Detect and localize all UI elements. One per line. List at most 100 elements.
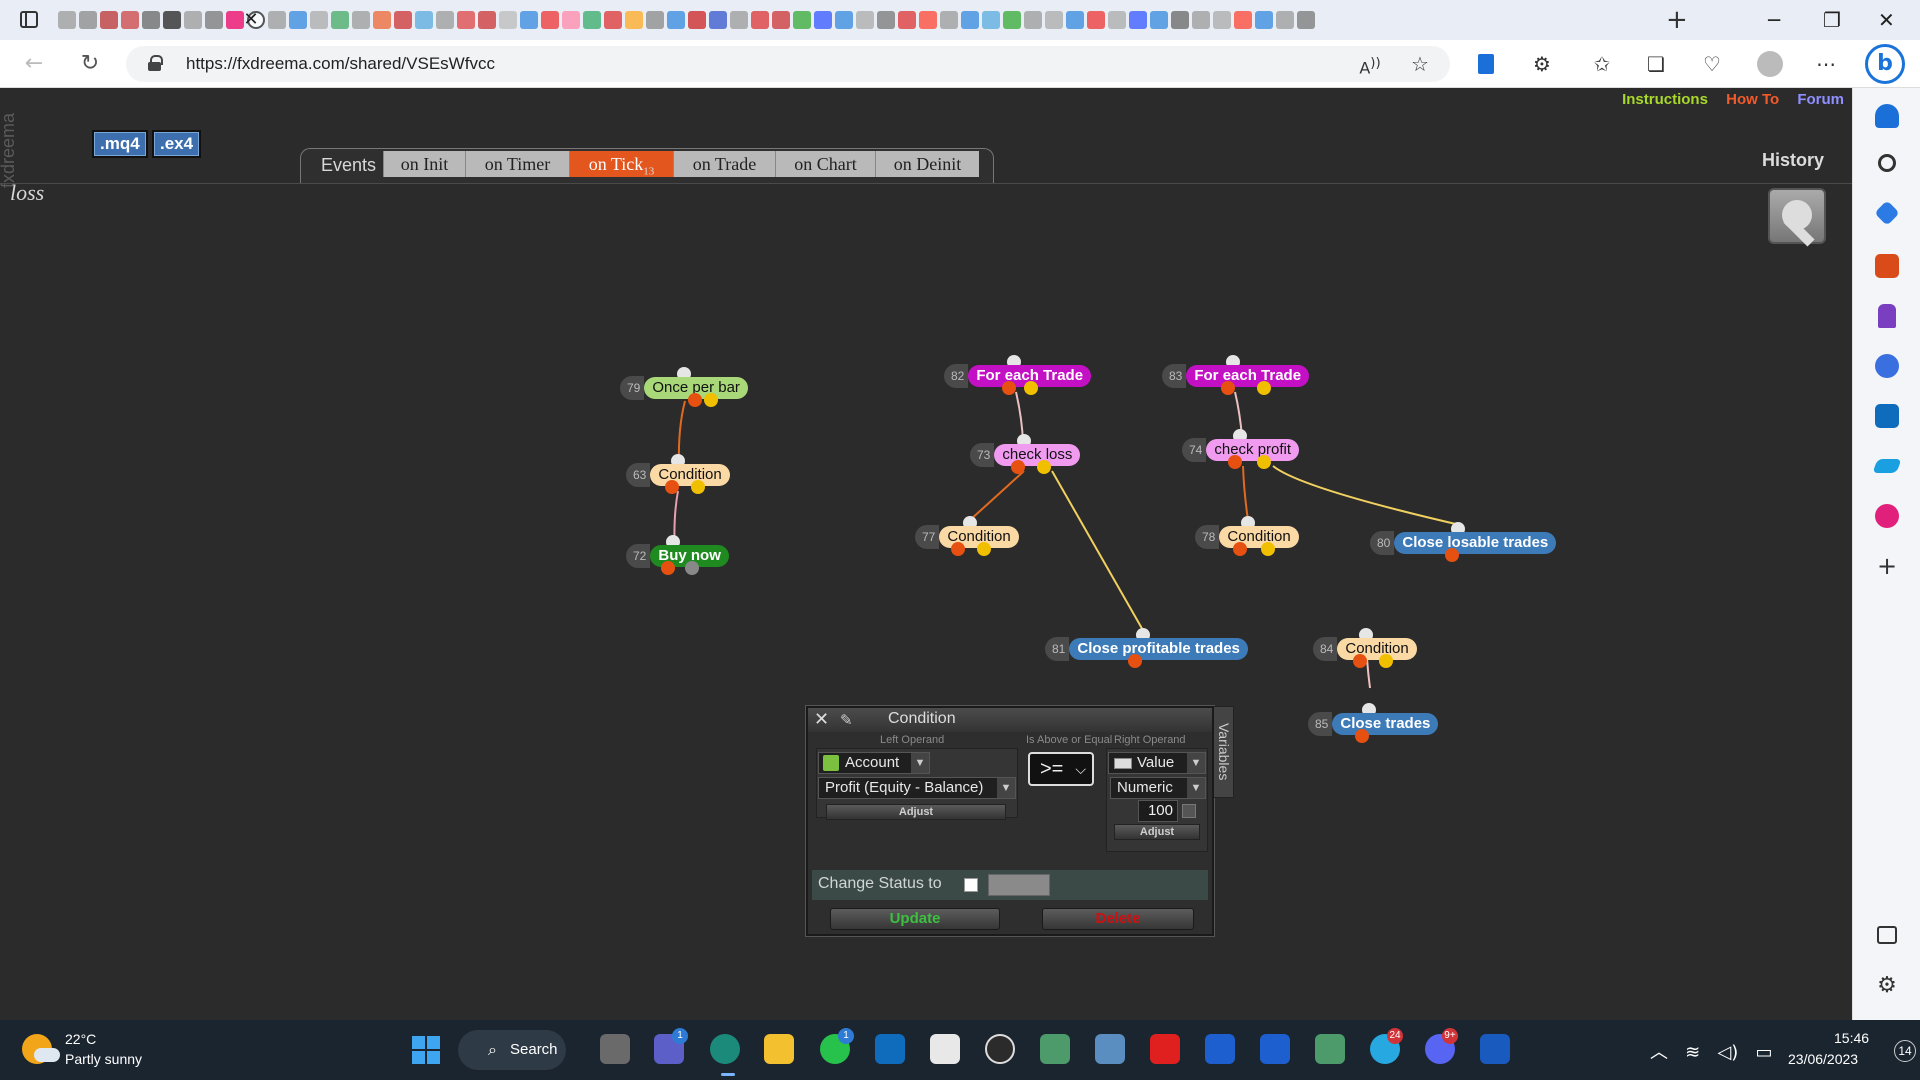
tab-favicon[interactable] (646, 11, 664, 29)
tab-favicon[interactable] (856, 11, 874, 29)
block-80[interactable]: 80 Close losable trades (1370, 531, 1557, 555)
pin-icon[interactable]: ✎ (840, 711, 853, 729)
maximize-icon[interactable]: ❐ (1823, 6, 1841, 34)
tab-favicon[interactable] (520, 11, 538, 29)
weather-desc[interactable]: Partly sunny (65, 1051, 142, 1067)
tab-favicon[interactable] (793, 11, 811, 29)
tab-favicon[interactable] (205, 11, 223, 29)
tab-favicon[interactable] (772, 11, 790, 29)
search-icon[interactable] (1878, 154, 1896, 172)
output-connector[interactable] (951, 542, 965, 556)
block-77[interactable]: 77 Condition (915, 525, 1020, 549)
close-tab-icon[interactable]: ✕ (240, 8, 262, 32)
tab-favicon[interactable] (1045, 11, 1063, 29)
output-connector[interactable] (1128, 654, 1142, 668)
tab-favicon[interactable] (961, 11, 979, 29)
close-icon[interactable]: ✕ (814, 709, 829, 731)
send-icon[interactable] (1872, 459, 1902, 473)
back-icon[interactable]: ← (20, 50, 48, 78)
tab-on-init[interactable]: on Init (383, 151, 465, 177)
tab-favicon[interactable] (625, 11, 643, 29)
tab-favicon[interactable] (331, 11, 349, 29)
window-close-icon[interactable]: ✕ (1878, 6, 1895, 34)
tab-favicon[interactable] (835, 11, 853, 29)
word-icon[interactable] (1480, 1034, 1510, 1064)
tab-favicon[interactable] (1150, 11, 1168, 29)
favorite-star-icon[interactable]: ☆ (1406, 50, 1434, 78)
tab-favicon[interactable] (583, 11, 601, 29)
tab-favicon[interactable] (1108, 11, 1126, 29)
drop-icon[interactable] (1875, 504, 1899, 528)
media-player-icon[interactable] (985, 1034, 1015, 1064)
task-view-icon[interactable] (600, 1034, 630, 1064)
new-tab-button[interactable]: + (1666, 6, 1688, 34)
tab-favicon[interactable] (940, 11, 958, 29)
wrench-tool-button[interactable] (1768, 188, 1826, 244)
split-icon[interactable] (1877, 926, 1897, 944)
tab-on-tick[interactable]: on Tick13 (569, 151, 673, 178)
tab-favicon[interactable] (898, 11, 916, 29)
metatrader-icon[interactable] (1040, 1034, 1070, 1064)
profile-icon[interactable] (1756, 50, 1784, 78)
bell-icon[interactable] (1875, 104, 1899, 128)
tab-favicon[interactable] (100, 11, 118, 29)
collections-icon[interactable]: ❏ (1642, 50, 1670, 78)
output-connector[interactable] (1353, 654, 1367, 668)
tab-favicon[interactable] (1087, 11, 1105, 29)
output-connector[interactable] (1445, 548, 1459, 562)
tab-favicon[interactable] (310, 11, 328, 29)
settings-icon[interactable]: ⚙ (1875, 974, 1899, 998)
file-explorer-icon[interactable] (764, 1034, 794, 1064)
output-connector[interactable] (1002, 381, 1016, 395)
left-type-select[interactable]: Account ▼ (818, 752, 930, 774)
tab-favicon[interactable] (1276, 11, 1294, 29)
variables-tab[interactable]: Variables (1214, 706, 1234, 798)
tab-favicon[interactable] (79, 11, 97, 29)
ig-icon[interactable] (1150, 1034, 1180, 1064)
bing-copilot-icon[interactable]: b (1865, 44, 1905, 84)
tab-favicon[interactable] (1255, 11, 1273, 29)
left-adjust-button[interactable]: Adjust (826, 804, 1006, 820)
tag-icon[interactable] (1874, 200, 1900, 226)
tab-favicon[interactable] (982, 11, 1000, 29)
output-connector[interactable] (1379, 654, 1393, 668)
tab-favicon[interactable] (709, 11, 727, 29)
tab-favicon[interactable] (394, 11, 412, 29)
minimize-icon[interactable]: ─ (1768, 6, 1780, 34)
history-link[interactable]: History (1762, 150, 1824, 171)
chart-app-icon[interactable] (930, 1034, 960, 1064)
left-value-select[interactable]: Profit (Equity - Balance) ▼ (818, 777, 1016, 799)
tab-favicon[interactable] (730, 11, 748, 29)
output-connector[interactable] (685, 561, 699, 575)
tab-on-timer[interactable]: on Timer (465, 151, 569, 177)
performance-icon[interactable]: ♡ (1698, 50, 1726, 78)
tab-favicon[interactable] (415, 11, 433, 29)
tab-favicon[interactable] (604, 11, 622, 29)
tab-on-trade[interactable]: on Trade (673, 151, 775, 177)
tab-favicon[interactable] (1234, 11, 1252, 29)
output-connector[interactable] (1233, 542, 1247, 556)
tab-favicon[interactable] (919, 11, 937, 29)
weather-icon[interactable] (22, 1034, 60, 1064)
tab-favicon[interactable] (1129, 11, 1147, 29)
change-status-field[interactable] (988, 874, 1050, 896)
tab-favicon[interactable] (499, 11, 517, 29)
export-mq4-button[interactable]: .mq4 (92, 130, 148, 158)
office-icon[interactable] (1875, 354, 1899, 378)
forum-link[interactable]: Forum (1797, 91, 1844, 108)
tab-favicon[interactable] (142, 11, 160, 29)
export-ex4-button[interactable]: .ex4 (152, 130, 202, 158)
chess-icon[interactable] (1878, 304, 1896, 328)
puzzle-icon[interactable]: ⚙ (1528, 50, 1556, 78)
output-connector[interactable] (661, 561, 675, 575)
p-app-icon[interactable] (1205, 1034, 1235, 1064)
block-81[interactable]: 81 Close profitable trades (1045, 637, 1249, 661)
change-status-checkbox[interactable] (964, 878, 978, 892)
metatrader-icon-2[interactable] (1095, 1034, 1125, 1064)
clock-time[interactable]: 15:46 (1834, 1030, 1869, 1046)
output-connector[interactable] (1228, 455, 1242, 469)
tab-favicon[interactable] (562, 11, 580, 29)
output-connector[interactable] (1221, 381, 1235, 395)
address-bar[interactable]: https://fxdreema.com/shared/VSEsWfvcc (126, 46, 1450, 82)
output-connector[interactable] (1257, 455, 1271, 469)
